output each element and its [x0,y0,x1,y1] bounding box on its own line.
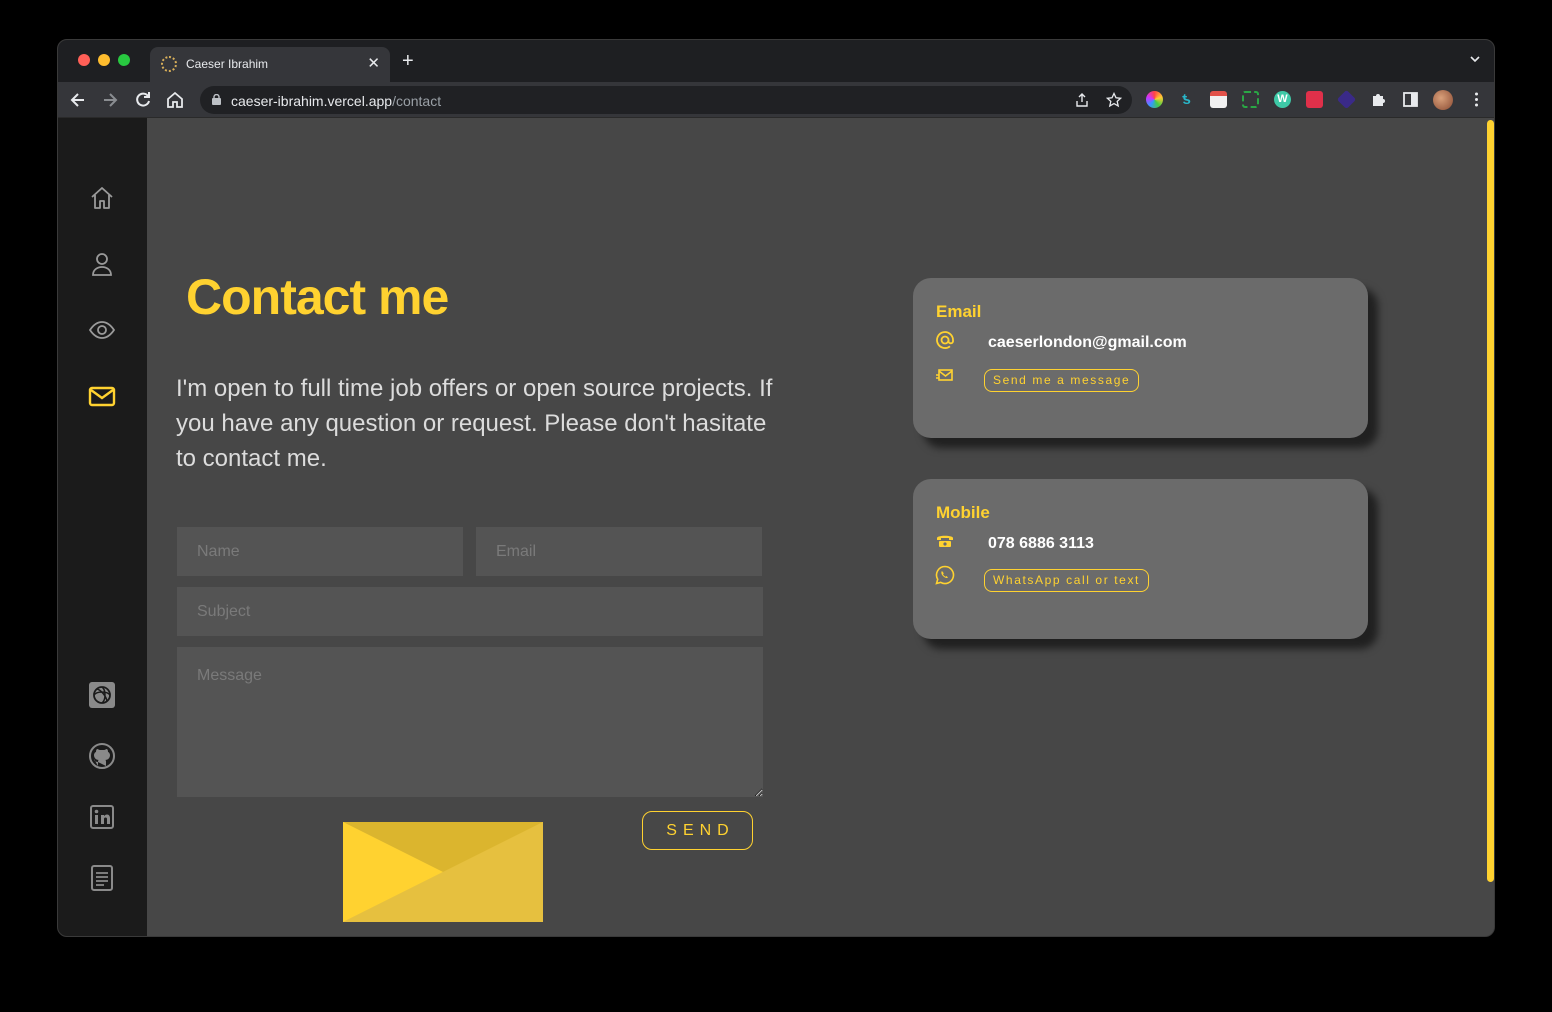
scrollbar[interactable] [1487,120,1494,882]
name-input[interactable] [177,527,463,576]
sidebar [58,118,147,936]
browser-toolbar: caeser-ibrahim.vercel.app/contact ƾ W [58,82,1494,118]
send-button[interactable]: SEND [642,811,753,850]
grid-extension-icon[interactable] [1306,91,1323,108]
typescript-extension-icon[interactable]: ƾ [1178,91,1195,108]
address-bar[interactable]: caeser-ibrahim.vercel.app/contact [200,86,1132,114]
email-value[interactable]: caeserlondon@gmail.com [988,334,1187,352]
url-text: caeser-ibrahim.vercel.app/contact [231,93,442,109]
share-icon[interactable] [1074,92,1090,108]
codepen-icon[interactable] [88,681,116,709]
eye-icon[interactable] [88,316,116,344]
linkedin-icon[interactable] [88,803,116,831]
whatsapp-icon [935,565,955,585]
browser-tab[interactable]: Caeser Ibrahim ✕ [150,47,390,82]
mail-send-icon [936,369,953,381]
user-icon[interactable] [88,250,116,278]
mobile-card: Mobile 078 6886 3113 WhatsApp call or te… [913,479,1368,639]
badge-extension-icon[interactable] [1336,89,1357,110]
puzzle-extensions-icon[interactable] [1370,91,1387,108]
message-textarea[interactable] [177,647,763,797]
mail-icon[interactable] [88,382,116,410]
tab-strip: Caeser Ibrahim ✕ + [58,40,1494,82]
more-menu-icon[interactable] [1468,91,1485,108]
reload-icon[interactable] [133,90,153,110]
github-icon[interactable] [88,742,116,770]
email-card-title: Email [936,302,982,321]
main-content: Contact me I'm open to full time job off… [147,118,1494,936]
back-icon[interactable] [68,90,88,110]
new-tab-button[interactable]: + [402,51,414,71]
browser-window: Caeser Ibrahim ✕ + caeser-ibrahim.vercel… [57,39,1495,937]
minimize-window-button[interactable] [98,54,110,66]
envelope-illustration [343,822,543,922]
calendar-extension-icon[interactable] [1210,91,1227,108]
at-sign-icon [936,331,954,349]
home-icon[interactable] [88,184,116,212]
resume-icon[interactable] [88,864,116,892]
color-picker-extension-icon[interactable] [1146,91,1163,108]
page-title: Contact me [186,269,449,325]
chevron-down-icon[interactable] [1470,54,1480,64]
lock-icon [212,94,221,105]
send-message-link[interactable]: Send me a message [984,369,1140,392]
tab-title: Caeser Ibrahim [186,57,269,71]
mobile-value[interactable]: 078 6886 3113 [988,535,1094,553]
tab-close-icon[interactable]: ✕ [367,54,380,72]
mobile-card-title: Mobile [936,503,990,522]
home-browser-icon[interactable] [165,90,185,110]
profile-avatar[interactable] [1433,90,1453,110]
w-extension-icon[interactable]: W [1274,91,1291,108]
screenshot-extension-icon[interactable] [1242,91,1259,108]
whatsapp-link[interactable]: WhatsApp call or text [984,569,1149,592]
phone-icon [937,535,953,547]
forward-icon[interactable] [100,90,120,110]
close-window-button[interactable] [78,54,90,66]
intro-text: I'm open to full time job offers or open… [176,375,773,472]
maximize-window-button[interactable] [118,54,130,66]
email-input[interactable] [476,527,762,576]
email-card: Email caeserlondon@gmail.com Send me a m… [913,278,1368,438]
side-panel-icon[interactable] [1402,91,1419,108]
subject-input[interactable] [177,587,763,636]
favicon-icon [161,56,177,72]
bookmark-star-icon[interactable] [1106,92,1122,108]
